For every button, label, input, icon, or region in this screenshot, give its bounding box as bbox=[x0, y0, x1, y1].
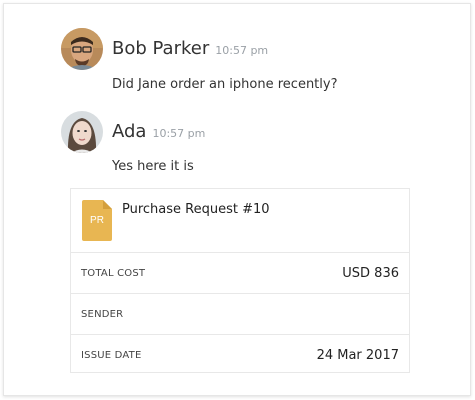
ada-avatar[interactable] bbox=[61, 111, 103, 153]
card-row-sender: SENDER bbox=[71, 294, 409, 335]
card-title[interactable]: Purchase Request #10 bbox=[122, 202, 270, 217]
row-value: USD 836 bbox=[342, 265, 399, 281]
row-value: 24 Mar 2017 bbox=[316, 347, 399, 363]
sender-name[interactable]: Bob Parker bbox=[112, 38, 209, 59]
sender-name[interactable]: Ada bbox=[112, 121, 146, 142]
message-header: Ada 10:57 pm bbox=[112, 121, 205, 142]
row-label: ISSUE DATE bbox=[81, 349, 142, 361]
chat-panel: Bob Parker 10:57 pm Did Jane order an ip… bbox=[3, 3, 471, 396]
message-timestamp: 10:57 pm bbox=[152, 127, 206, 140]
message-timestamp: 10:57 pm bbox=[215, 44, 269, 57]
purchase-request-card[interactable]: PR Purchase Request #10 TOTAL COST USD 8… bbox=[70, 188, 410, 373]
message-text: Yes here it is bbox=[112, 159, 194, 174]
card-row-total-cost: TOTAL COST USD 836 bbox=[71, 253, 409, 294]
document-icon-label: PR bbox=[90, 215, 104, 226]
message-header: Bob Parker 10:57 pm bbox=[112, 38, 268, 59]
card-row-issue-date: ISSUE DATE 24 Mar 2017 bbox=[71, 335, 409, 375]
row-label: TOTAL COST bbox=[81, 267, 146, 279]
bob-avatar[interactable] bbox=[61, 28, 103, 70]
card-header[interactable]: PR Purchase Request #10 bbox=[71, 189, 409, 253]
document-icon: PR bbox=[82, 200, 112, 241]
row-label: SENDER bbox=[81, 308, 124, 320]
message-text: Did Jane order an iphone recently? bbox=[112, 77, 338, 92]
